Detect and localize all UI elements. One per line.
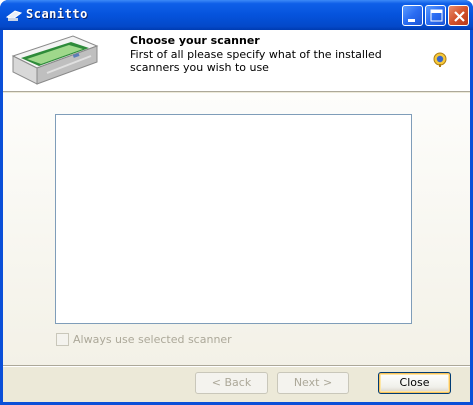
dialog-client-area: Choose your scanner First of all please … — [3, 30, 470, 402]
scanitto-app-icon[interactable] — [5, 7, 23, 23]
scanner-icon — [11, 35, 99, 85]
close-button[interactable]: Close — [378, 372, 451, 394]
scanner-list[interactable] — [55, 114, 412, 324]
always-use-checkbox[interactable] — [56, 333, 69, 346]
minimize-button[interactable] — [402, 5, 423, 26]
wizard-header: Choose your scanner First of all please … — [3, 30, 470, 92]
footer-divider — [3, 365, 470, 367]
window-title: Scanitto — [26, 7, 88, 21]
scanitto-window: Scanitto Choose your scanner First of al… — [0, 0, 473, 405]
back-button[interactable]: < Back — [195, 372, 268, 394]
close-icon — [454, 11, 465, 22]
minimize-icon — [408, 19, 415, 22]
step-description: First of all please specify what of the … — [130, 48, 382, 74]
title-bar[interactable]: Scanitto — [0, 0, 473, 30]
maximize-icon — [430, 9, 443, 22]
maximize-button[interactable] — [425, 5, 446, 26]
always-use-label: Always use selected scanner — [73, 333, 232, 346]
scanner-selection-panel: Always use selected scanner — [3, 93, 470, 365]
help-icon[interactable] — [432, 52, 448, 68]
next-button[interactable]: Next > — [277, 372, 349, 394]
step-title: Choose your scanner — [130, 34, 260, 47]
close-window-button[interactable] — [448, 5, 469, 26]
